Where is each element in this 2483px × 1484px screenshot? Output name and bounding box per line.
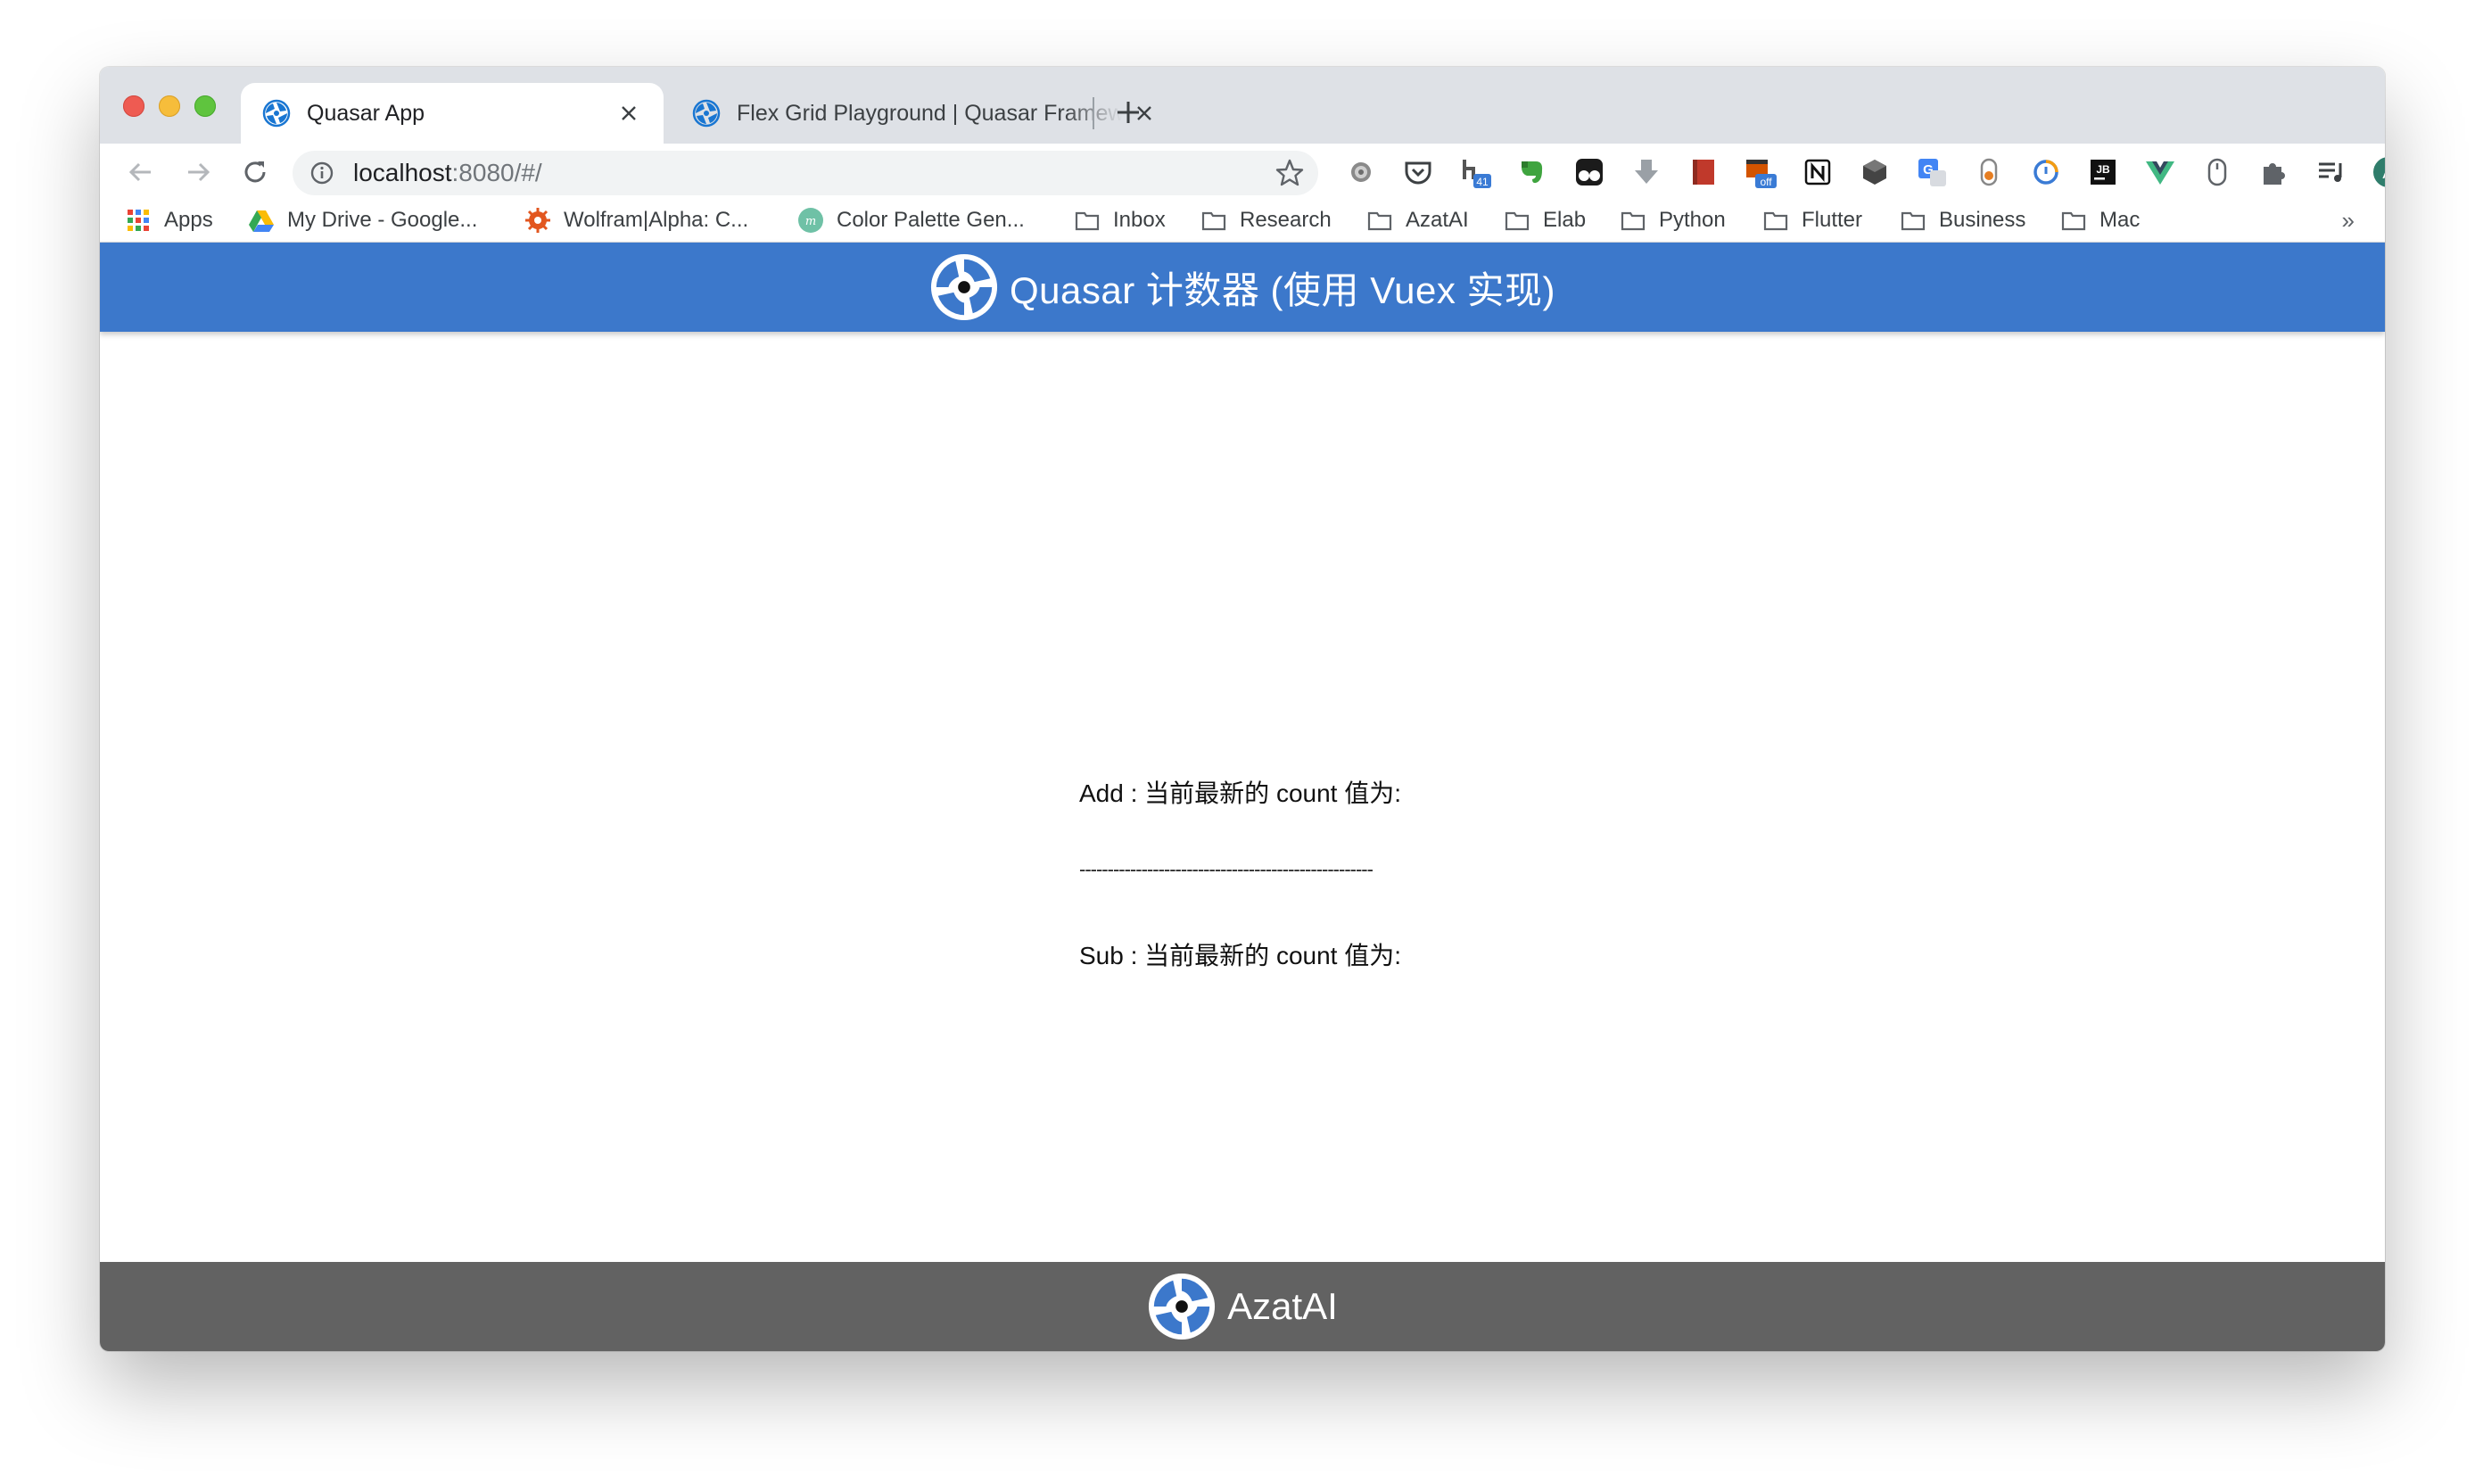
quasar-logo-icon — [930, 253, 998, 321]
app-header: Quasar 计数器 (使用 Vuex 实现) — [100, 243, 2385, 332]
reload-icon — [244, 161, 266, 183]
tab-quasar-app[interactable]: Quasar App — [241, 83, 664, 144]
tampermonkey-icon[interactable] — [1573, 156, 1605, 188]
svg-text:m: m — [805, 215, 816, 228]
plus-icon — [1118, 102, 1139, 123]
folder-icon — [1201, 211, 1226, 231]
quasar-logo-icon — [1149, 1273, 1216, 1340]
arrow-right-icon — [188, 162, 210, 182]
jetbrains-icon[interactable]: JB — [2087, 156, 2119, 188]
maximize-window-button[interactable] — [194, 95, 216, 117]
bookmark-label: Flutter — [1802, 208, 1863, 232]
bookmark-folder-mac[interactable]: Mac — [2060, 204, 2140, 236]
bookmark-label: Python — [1659, 208, 1726, 232]
bookmark-apps[interactable]: Apps — [125, 204, 213, 236]
cube-icon[interactable] — [1859, 156, 1891, 188]
window-off-icon[interactable]: off — [1745, 156, 1777, 188]
playlist-icon[interactable] — [2315, 156, 2347, 188]
bookmark-label: Color Palette Gen... — [837, 208, 1025, 232]
svg-text:41: 41 — [1476, 176, 1489, 188]
bookmark-wolfram-alpha[interactable]: Wolfram|Alpha: C... — [524, 204, 748, 236]
bookmark-label: AzatAI — [1406, 208, 1469, 232]
profile-avatar[interactable]: A — [2372, 156, 2385, 188]
folder-icon — [2061, 211, 2086, 231]
bookmark-folder-inbox[interactable]: Inbox — [1074, 204, 1166, 236]
puzzle-icon[interactable] — [2258, 156, 2290, 188]
bookmark-folder-azatai[interactable]: AzatAI — [1366, 204, 1469, 236]
bookmark-label: Wolfram|Alpha: C... — [564, 208, 749, 232]
bookmark-folder-flutter[interactable]: Flutter — [1762, 204, 1862, 236]
folder-icon — [1763, 211, 1788, 231]
tab-strip: Quasar App Flex Grid Playground | Quasar… — [100, 67, 2385, 144]
bookmark-folder-business[interactable]: Business — [1900, 204, 2025, 236]
bookmark-folder-python[interactable]: Python — [1620, 204, 1726, 236]
arrow-left-icon — [128, 162, 151, 182]
google-drive-icon — [249, 210, 274, 232]
bookmark-label: My Drive - Google... — [287, 208, 478, 232]
notion-icon[interactable] — [1802, 156, 1834, 188]
tab-title: Flex Grid Playground | Quasar Framework — [737, 100, 1122, 126]
svg-text:A: A — [2382, 163, 2385, 183]
svg-text:JB: JB — [2096, 163, 2110, 176]
new-tab-button[interactable] — [1108, 92, 1149, 133]
honey-icon[interactable]: 41 — [1459, 156, 1491, 188]
color-palette-icon: m — [798, 208, 823, 233]
bookmark-label: Apps — [164, 208, 213, 232]
quasar-favicon-icon — [262, 99, 291, 128]
svg-text:off: off — [1760, 176, 1772, 188]
app-header-title: Quasar 计数器 (使用 Vuex 实现) — [1009, 268, 1556, 311]
bookmark-label: Elab — [1543, 208, 1587, 232]
tomato-icon[interactable] — [2030, 156, 2062, 188]
tab-flex-grid-playground[interactable]: Flex Grid Playground | Quasar Framework — [671, 83, 1179, 144]
translate-icon[interactable]: G — [1916, 156, 1948, 188]
bookmark-my-drive[interactable]: My Drive - Google... — [248, 204, 477, 236]
vue-icon[interactable] — [2144, 156, 2176, 188]
folder-icon — [1367, 211, 1392, 231]
minimize-window-button[interactable] — [159, 95, 180, 117]
evernote-icon[interactable] — [1516, 156, 1548, 188]
close-window-button[interactable] — [123, 95, 144, 117]
apps-grid-icon — [128, 210, 149, 231]
bookmark-star-icon[interactable] — [1274, 157, 1306, 189]
folder-icon — [1901, 211, 1926, 231]
gear-icon[interactable] — [1345, 156, 1377, 188]
browser-window: Quasar App Flex Grid Playground | Quasar… — [100, 67, 2385, 1351]
folder-icon — [1075, 211, 1100, 231]
app-footer: AzatAI — [100, 1262, 2385, 1351]
counter-content: Add : 当前最新的 count 值为: ------------------… — [100, 332, 2385, 1262]
bookmark-label: Research — [1240, 208, 1332, 232]
red-book-icon[interactable] — [1687, 156, 1720, 188]
folder-icon — [1621, 211, 1646, 231]
reload-button[interactable] — [235, 153, 275, 192]
browser-toolbar: localhost:8080/#/ 41 off G JB A — [100, 144, 2385, 201]
bookmark-label: Business — [1939, 208, 2026, 232]
mouse-icon[interactable] — [2201, 156, 2233, 188]
close-tab-icon[interactable] — [615, 100, 642, 127]
bookmarks-bar: Apps My Drive - Google... Wolfram|Alpha:… — [100, 201, 2385, 243]
url-text: localhost:8080/#/ — [353, 159, 542, 186]
tab-separator — [1093, 97, 1094, 129]
wolfram-icon — [525, 208, 550, 233]
bookmark-folder-elab[interactable]: Elab — [1504, 204, 1586, 236]
tab-title: Quasar App — [307, 100, 425, 126]
quasar-favicon-icon — [692, 99, 721, 128]
app-footer-title: AzatAI — [1227, 1285, 1338, 1327]
divider-text: ----------------------------------------… — [1079, 858, 1373, 880]
bookmark-label: Mac — [2099, 208, 2141, 232]
download-icon[interactable] — [1630, 156, 1662, 188]
bookmarks-overflow-button[interactable]: » — [2342, 204, 2355, 236]
sub-count-text: Sub : 当前最新的 count 值为: — [1079, 942, 1401, 969]
address-bar[interactable]: localhost:8080/#/ — [293, 151, 1318, 195]
folder-icon — [1505, 211, 1530, 231]
bookmark-label: Inbox — [1113, 208, 1166, 232]
toggle-icon[interactable] — [1973, 156, 2005, 188]
back-button[interactable] — [121, 153, 161, 192]
bookmark-folder-research[interactable]: Research — [1200, 204, 1332, 236]
info-icon[interactable] — [309, 160, 335, 186]
forward-button[interactable] — [178, 153, 218, 192]
pocket-icon[interactable] — [1402, 156, 1434, 188]
bookmark-color-palette[interactable]: m Color Palette Gen... — [797, 204, 1025, 236]
add-count-text: Add : 当前最新的 count 值为: — [1079, 779, 1401, 807]
page-viewport: Quasar 计数器 (使用 Vuex 实现) Add : 当前最新的 coun… — [100, 243, 2385, 1351]
